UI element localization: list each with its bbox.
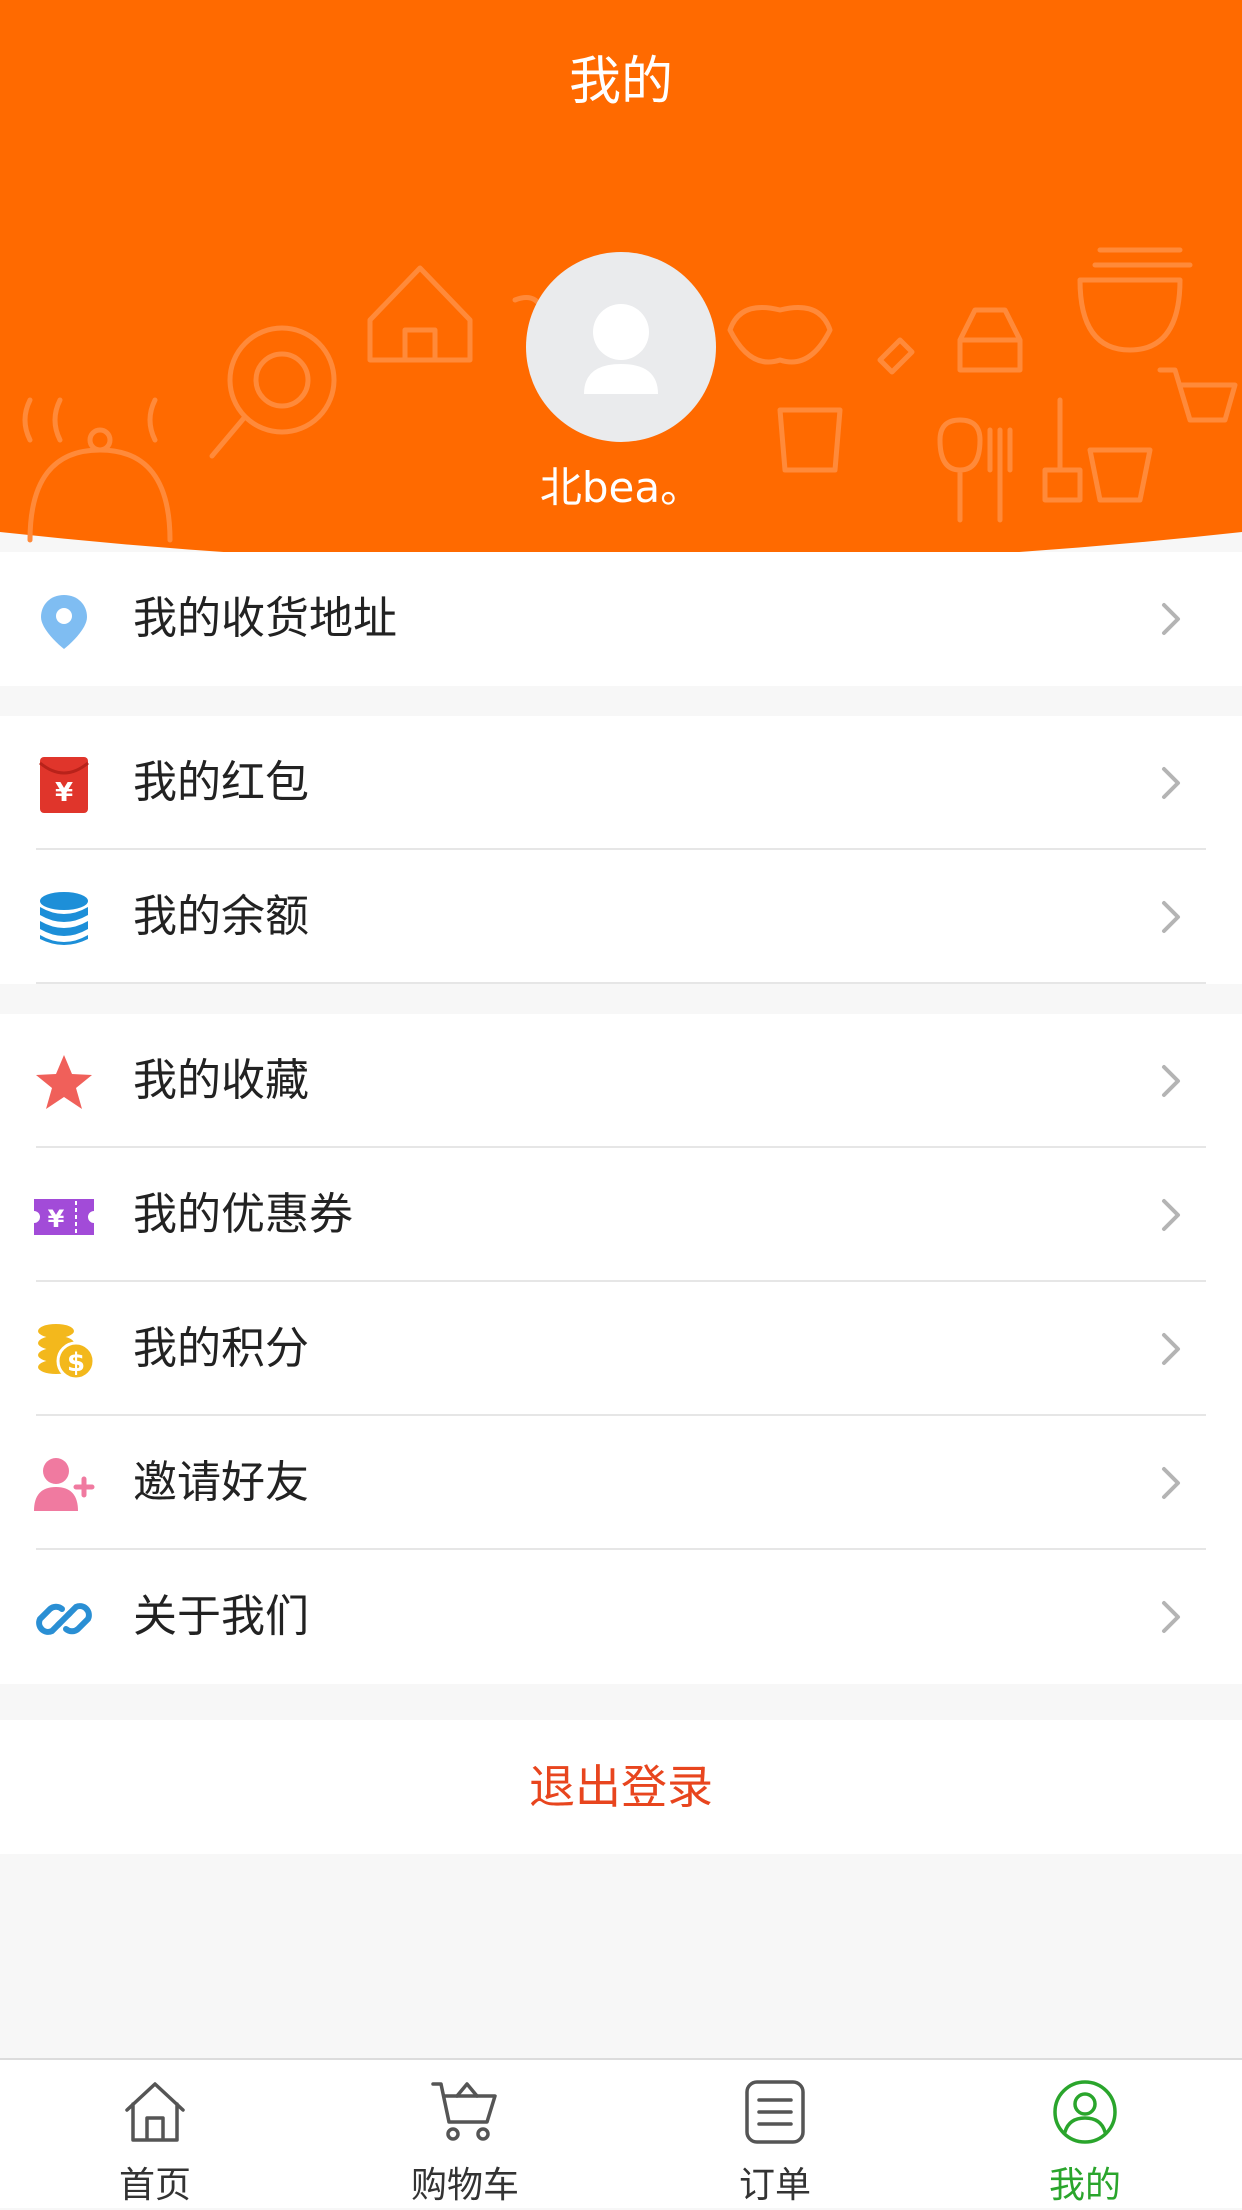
tab-orders[interactable]: 订单	[675, 2060, 875, 2210]
menu-item-points[interactable]: $ 我的积分	[0, 1282, 1242, 1416]
chevron-right-icon	[1162, 1333, 1180, 1365]
extras-group: 我的收藏 ¥ 我的优惠券 $ 我的积分 邀请好友 关于我们	[0, 1014, 1242, 1684]
order-list-icon	[745, 2080, 805, 2144]
logout-button[interactable]: 退出登录	[0, 1720, 1242, 1854]
menu-item-label: 我的收货地址	[133, 593, 397, 644]
home-icon	[125, 2082, 185, 2142]
menu-item-invite[interactable]: 邀请好友	[0, 1416, 1242, 1550]
menu-item-address[interactable]: 我的收货地址	[0, 552, 1242, 686]
menu-item-about[interactable]: 关于我们	[0, 1550, 1242, 1684]
menu-item-label: 我的优惠券	[133, 1189, 353, 1240]
profile-header: 我的 北bea。	[0, 0, 1242, 580]
cart-icon	[431, 2082, 497, 2141]
invite-friend-icon	[34, 1458, 95, 1511]
chevron-right-icon	[1162, 1601, 1180, 1633]
location-pin-icon	[41, 595, 87, 649]
chevron-right-icon	[1162, 1467, 1180, 1499]
menu-item-coupons[interactable]: ¥ 我的优惠券	[0, 1148, 1242, 1282]
menu-item-label: 关于我们	[133, 1591, 309, 1642]
menu-item-label: 我的收藏	[133, 1055, 309, 1106]
tab-label: 我的	[1048, 2165, 1121, 2206]
tab-cart[interactable]: 购物车	[365, 2060, 565, 2210]
chevron-right-icon	[1162, 1199, 1180, 1231]
chevron-right-icon	[1162, 767, 1180, 799]
svg-text:¥: ¥	[55, 778, 73, 808]
avatar[interactable]	[526, 252, 716, 442]
link-icon	[36, 1603, 92, 1635]
chevron-right-icon	[1162, 901, 1180, 933]
wallet-group: ¥ 我的红包 我的余额	[0, 716, 1242, 984]
default-avatar-icon	[584, 304, 658, 394]
menu-item-red-envelope[interactable]: ¥ 我的红包	[0, 716, 1242, 850]
menu-item-favorites[interactable]: 我的收藏	[0, 1014, 1242, 1148]
menu-item-balance[interactable]: 我的余额	[0, 850, 1242, 984]
username: 北bea。	[539, 463, 703, 512]
menu-item-label: 我的余额	[133, 891, 309, 942]
star-icon	[36, 1055, 92, 1109]
address-group: 我的收货地址	[0, 552, 1242, 686]
tab-label: 购物车	[410, 2165, 519, 2206]
balance-coins-icon	[40, 892, 88, 945]
menu-item-label: 我的红包	[133, 757, 309, 808]
chevron-right-icon	[1162, 1065, 1180, 1097]
chevron-right-icon	[1162, 603, 1180, 635]
tab-label: 首页	[118, 2165, 191, 2206]
divider	[36, 982, 1206, 984]
red-envelope-icon: ¥	[39, 757, 89, 813]
tab-label: 订单	[738, 2165, 811, 2206]
bottom-tab-bar: 首页 购物车 订单 我的	[0, 2058, 1242, 2208]
svg-text:$: $	[67, 1348, 85, 1378]
points-coins-icon: $	[38, 1324, 96, 1381]
coupon-icon: ¥	[34, 1199, 94, 1235]
profile-icon	[1053, 2080, 1117, 2144]
svg-text:¥: ¥	[48, 1205, 65, 1233]
menu-item-label: 邀请好友	[133, 1457, 309, 1508]
tab-profile[interactable]: 我的	[985, 2060, 1185, 2210]
menu-item-label: 我的积分	[133, 1323, 309, 1374]
page-title: 我的	[568, 52, 673, 112]
tab-home[interactable]: 首页	[55, 2060, 255, 2210]
